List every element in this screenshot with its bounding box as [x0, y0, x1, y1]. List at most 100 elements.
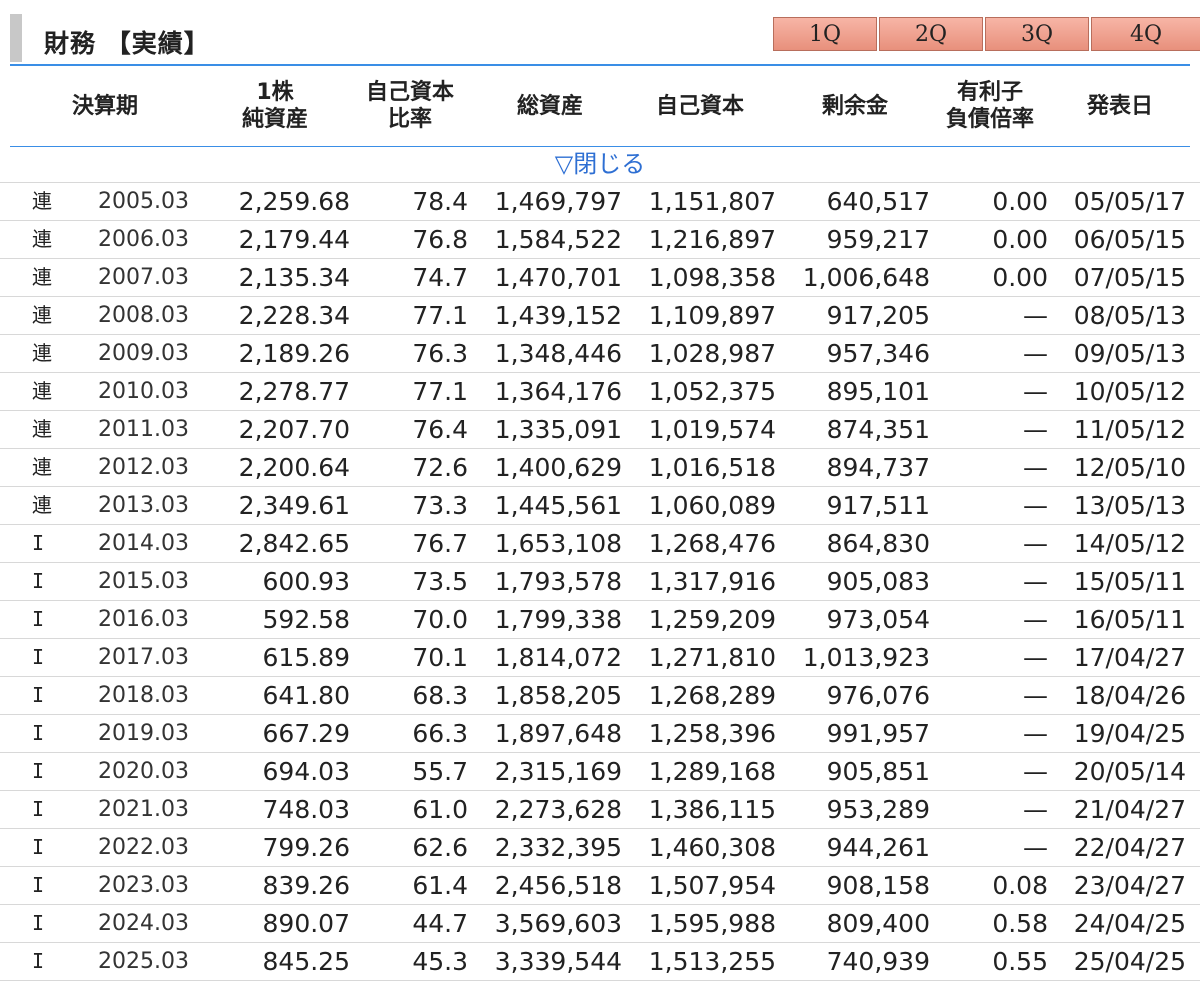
cell-equity: 1,028,987 [648, 339, 776, 368]
cell-total-assets: 2,273,628 [494, 795, 622, 824]
table-row: 連 2007.03 2,135.34 74.7 1,470,701 1,098,358 1,… [0, 259, 1200, 297]
table-row: 連 2010.03 2,278.77 77.1 1,364,176 1,052,375 89… [0, 373, 1200, 411]
cell-type: 連 [32, 341, 52, 365]
table-row: 連 2006.03 2,179.44 76.8 1,584,522 1,216,897 95… [0, 221, 1200, 259]
tab-3q[interactable]: 3Q [985, 17, 1089, 51]
cell-equity-ratio: 73.5 [412, 567, 468, 596]
cell-type: I [32, 911, 45, 935]
close-toggle-link[interactable]: ▽閉じる [0, 147, 1200, 181]
cell-surplus: 959,217 [826, 225, 930, 254]
cell-type: 連 [32, 493, 52, 517]
header-total-assets: 総資産 [516, 93, 583, 119]
cell-period: 2008.03 [98, 303, 189, 328]
header-debt-ratio: 有利子 負債倍率 [945, 80, 1034, 132]
cell-bps: 748.03 [262, 795, 350, 824]
cell-type: I [32, 531, 45, 555]
cell-bps: 2,278.77 [238, 377, 350, 406]
cell-debt-ratio: — [1023, 377, 1048, 406]
table-row: I 2019.03 667.29 66.3 1,897,648 1,258,396 991,… [0, 715, 1200, 753]
cell-period: 2018.03 [98, 683, 189, 708]
cell-equity-ratio: 77.1 [412, 377, 468, 406]
cell-surplus: 976,076 [826, 681, 930, 710]
table-row: I 2017.03 615.89 70.1 1,814,072 1,271,810 1,01… [0, 639, 1200, 677]
cell-equity: 1,317,916 [648, 567, 776, 596]
cell-bps: 592.58 [262, 605, 350, 634]
cell-equity: 1,507,954 [648, 871, 776, 900]
cell-equity: 1,289,168 [648, 757, 776, 786]
cell-period: 2017.03 [98, 645, 189, 670]
tab-1q[interactable]: 1Q [773, 17, 877, 51]
cell-announce-date: 11/05/12 [1073, 415, 1186, 444]
cell-equity: 1,268,476 [648, 529, 776, 558]
cell-debt-ratio: — [1023, 605, 1048, 634]
cell-period: 2020.03 [98, 759, 189, 784]
cell-bps: 600.93 [262, 567, 350, 596]
cell-announce-date: 20/05/14 [1073, 757, 1186, 786]
cell-type: I [32, 797, 45, 821]
cell-total-assets: 1,348,446 [494, 339, 622, 368]
table-row: I 2015.03 600.93 73.5 1,793,578 1,317,916 905,… [0, 563, 1200, 601]
cell-period: 2024.03 [98, 911, 189, 936]
cell-debt-ratio: 0.58 [992, 909, 1048, 938]
cell-equity: 1,019,574 [648, 415, 776, 444]
cell-period: 2006.03 [98, 227, 189, 252]
cell-bps: 2,179.44 [238, 225, 350, 254]
cell-equity-ratio: 74.7 [412, 263, 468, 292]
cell-surplus: 809,400 [826, 909, 930, 938]
tab-2q[interactable]: 2Q [879, 17, 983, 51]
cell-total-assets: 1,335,091 [494, 415, 622, 444]
cell-equity: 1,460,308 [648, 833, 776, 862]
cell-surplus: 895,101 [826, 377, 930, 406]
cell-equity-ratio: 66.3 [412, 719, 468, 748]
cell-equity-ratio: 68.3 [412, 681, 468, 710]
cell-type: 連 [32, 455, 52, 479]
cell-bps: 2,207.70 [238, 415, 350, 444]
cell-period: 2007.03 [98, 265, 189, 290]
header-surplus: 剰余金 [821, 93, 888, 119]
cell-total-assets: 1,653,108 [494, 529, 622, 558]
table-row: I 2024.03 890.07 44.7 3,569,603 1,595,988 809,… [0, 905, 1200, 943]
cell-debt-ratio: — [1023, 415, 1048, 444]
cell-equity-ratio: 62.6 [412, 833, 468, 862]
cell-announce-date: 16/05/11 [1073, 605, 1186, 634]
cell-equity: 1,513,255 [648, 947, 776, 976]
cell-announce-date: 21/04/27 [1073, 795, 1186, 824]
cell-equity-ratio: 76.4 [412, 415, 468, 444]
cell-debt-ratio: 0.00 [992, 225, 1048, 254]
cell-debt-ratio: — [1023, 339, 1048, 368]
cell-type: 連 [32, 417, 52, 441]
cell-equity: 1,386,115 [648, 795, 776, 824]
cell-period: 2013.03 [98, 493, 189, 518]
tab-4q[interactable]: 4Q [1091, 17, 1200, 51]
cell-type: I [32, 607, 45, 631]
cell-type: 連 [32, 265, 52, 289]
table-row: I 2020.03 694.03 55.7 2,315,169 1,289,168 905,… [0, 753, 1200, 791]
cell-total-assets: 1,584,522 [494, 225, 622, 254]
cell-total-assets: 1,858,205 [494, 681, 622, 710]
cell-bps: 890.07 [262, 909, 350, 938]
table-row: 連 2005.03 2,259.68 78.4 1,469,797 1,151,807 64… [0, 182, 1200, 221]
cell-type: I [32, 835, 45, 859]
cell-equity-ratio: 76.3 [412, 339, 468, 368]
cell-type: I [32, 569, 45, 593]
financial-table-body: 連 2005.03 2,259.68 78.4 1,469,797 1,151,807 64… [0, 182, 1200, 981]
cell-debt-ratio: 0.00 [992, 187, 1048, 216]
cell-debt-ratio: — [1023, 529, 1048, 558]
cell-announce-date: 10/05/12 [1073, 377, 1186, 406]
cell-bps: 2,842.65 [238, 529, 350, 558]
cell-surplus: 894,737 [826, 453, 930, 482]
cell-debt-ratio: — [1023, 453, 1048, 482]
cell-bps: 615.89 [262, 643, 350, 672]
cell-total-assets: 3,339,544 [494, 947, 622, 976]
cell-period: 2022.03 [98, 835, 189, 860]
cell-surplus: 917,511 [826, 491, 930, 520]
cell-equity-ratio: 45.3 [412, 947, 468, 976]
cell-period: 2023.03 [98, 873, 189, 898]
table-row: 連 2013.03 2,349.61 73.3 1,445,561 1,060,089 91… [0, 487, 1200, 525]
cell-bps: 2,135.34 [238, 263, 350, 292]
cell-period: 2011.03 [98, 417, 189, 442]
cell-bps: 667.29 [262, 719, 350, 748]
cell-equity: 1,268,289 [648, 681, 776, 710]
table-row: 連 2008.03 2,228.34 77.1 1,439,152 1,109,897 91… [0, 297, 1200, 335]
cell-total-assets: 3,569,603 [494, 909, 622, 938]
